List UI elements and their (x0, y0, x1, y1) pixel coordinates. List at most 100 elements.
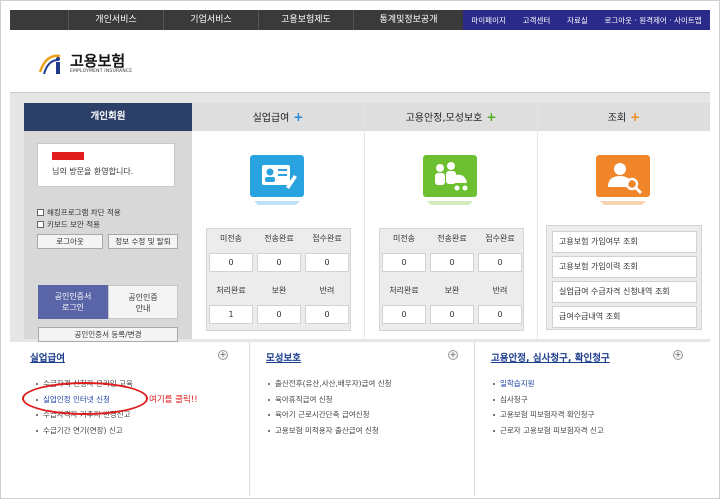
stat-header: 처리완료 (216, 286, 246, 295)
edit-info-button[interactable]: 정보 수정 및 탈퇴 (108, 234, 178, 249)
unemployment-header[interactable]: 실업급여 + (192, 103, 364, 131)
keyboard-security-checkbox[interactable]: 키보드 보안 적용 (37, 219, 100, 230)
click-here-annotation: 여기를 클릭!! (149, 395, 198, 405)
stat-value[interactable]: 0 (257, 253, 301, 272)
plus-icon: + (630, 110, 641, 124)
stat-value[interactable]: 0 (209, 253, 253, 272)
nav-statistics[interactable]: 통계및정보공개 (353, 10, 463, 30)
section-title[interactable]: 실업급여 (30, 350, 65, 364)
top-nav-lead (10, 10, 68, 30)
highlight-oval (22, 382, 148, 415)
user-search-icon (596, 155, 650, 205)
stat-header: 미전송 (392, 234, 416, 243)
logo-mark-icon (38, 54, 61, 75)
stat-value[interactable]: 0 (382, 253, 426, 272)
logo-title: 고용보험 (70, 51, 126, 70)
stat-header: 전송완료 (437, 234, 467, 243)
employment-stability-header[interactable]: 고용안정,모성보호 + (365, 103, 537, 131)
family-stroller-icon (423, 155, 477, 205)
logo-subtitle: EMPLOYMENT INSURANCE (70, 68, 133, 74)
stat-value[interactable]: 0 (478, 253, 522, 272)
redacted-name (52, 152, 84, 160)
stat-header: 미전송 (219, 234, 243, 243)
stat-header: 처리완료 (389, 286, 419, 295)
section-title[interactable]: 모성보호 (266, 350, 301, 364)
inquiry-links: 고용보험 가입여부 조회 고용보험 가입이력 조회 실업급여 수급자격 신청내역… (546, 225, 702, 330)
inquiry-column: 조회 + 고용보험 가입여부 조회 고용보험 가입이력 조회 실업급여 수급자격 … (538, 103, 710, 339)
column-title: 고용안정,모성보호 (405, 113, 483, 124)
stat-value[interactable]: 0 (305, 305, 349, 324)
stat-value[interactable]: 0 (305, 253, 349, 272)
id-card-icon (250, 155, 304, 205)
inquiry-link[interactable]: 고용보험 가입여부 조회 (552, 231, 697, 253)
cert-login-button[interactable]: 공인인증서 로그인 (38, 285, 108, 319)
checkbox-label: 키보드 보안 적용 (47, 220, 101, 229)
utility-bar: 마이페이지 고객센터 자료실 로그아웃 · 원격제어 · 사이트맵 (463, 10, 710, 30)
stat-value[interactable]: 0 (382, 305, 426, 324)
more-plus-icon[interactable]: + (448, 350, 458, 360)
list-item[interactable]: 수급기간 연기(연장) 신고 (36, 423, 133, 439)
inquiry-link[interactable]: 고용보험 가입이력 조회 (552, 256, 697, 278)
checkbox-icon (37, 221, 44, 228)
stat-header: 접수완료 (312, 234, 342, 243)
hacking-block-checkbox[interactable]: 해킹프로그램 차단 적용 (37, 207, 121, 218)
site-logo[interactable]: 고용보험 EMPLOYMENT INSURANCE (38, 50, 132, 76)
list-item[interactable]: 출산전후(유산,사산,배우자)급여 신청 (268, 376, 392, 392)
list-item[interactable]: 일학습지원 (493, 376, 604, 392)
list-item[interactable]: 육아휴직급여 신청 (268, 392, 392, 408)
util-links[interactable]: 로그아웃 · 원격제어 · 사이트맵 (604, 15, 701, 26)
section-list: 일학습지원 심사청구 고용보험 피보험자격 확인청구 근로자 고용보험 피보험자… (493, 376, 604, 438)
cert-guide-button[interactable]: 공인인증 안내 (108, 285, 178, 319)
plus-icon: + (486, 110, 497, 124)
stat-value[interactable]: 0 (478, 305, 522, 324)
employment-stability-stats: 미전송 전송완료 접수완료 0 0 0 처리완료 보완 반려 0 0 0 (379, 228, 524, 331)
nav-insurance-system[interactable]: 고용보험제도 (258, 10, 353, 30)
list-item[interactable]: 근로자 고용보험 피보험자격 신고 (493, 423, 604, 439)
cert-login-line2: 로그인 (61, 303, 85, 312)
employment-stability-column: 고용안정,모성보호 + 미전송 전송완료 접수완료 0 0 0 처리완료 보완 반… (365, 103, 537, 339)
section-title[interactable]: 고용안정, 심사청구, 확인청구 (491, 350, 610, 364)
section-maternity: 모성보호 + 출산전후(유산,사산,배우자)급여 신청 육아휴직급여 신청 육아… (250, 342, 475, 496)
checkbox-icon (37, 209, 44, 216)
unemployment-column: 실업급여 + 미전송 전송완료 접수완료 0 0 0 처리완료 보완 반려 1 0… (192, 103, 364, 339)
cert-guide-line1: 공인인증 (128, 293, 158, 302)
util-mypage[interactable]: 마이페이지 (471, 15, 506, 26)
stat-value[interactable]: 0 (430, 253, 474, 272)
stat-header: 전송완료 (264, 234, 294, 243)
more-plus-icon[interactable]: + (673, 350, 683, 360)
inquiry-link[interactable]: 실업급여 수급자격 신청내역 조회 (552, 281, 697, 303)
section-employment-stability: 고용안정, 심사청구, 확인청구 + 일학습지원 심사청구 고용보험 피보험자격… (475, 342, 710, 496)
stat-header: 반려 (319, 286, 335, 295)
stat-value[interactable]: 0 (257, 305, 301, 324)
list-item[interactable]: 심사청구 (493, 392, 604, 408)
inquiry-header[interactable]: 조회 + (538, 103, 710, 131)
member-box: 개인회원 님의 방문을 환영합니다. 해킹프로그램 차단 적용 키보드 보안 적… (24, 103, 192, 342)
welcome-text: 님의 방문을 환영합니다. (52, 167, 134, 176)
inquiry-link[interactable]: 급여수급내역 조회 (552, 306, 697, 328)
section-list: 출산전후(유산,사산,배우자)급여 신청 육아휴직급여 신청 육아기 근로시간단… (268, 376, 392, 438)
util-customer-center[interactable]: 고객센터 (523, 15, 551, 26)
column-title: 조회 (607, 113, 627, 124)
unemployment-stats: 미전송 전송완료 접수완료 0 0 0 처리완료 보완 반려 1 0 0 (206, 228, 351, 331)
top-nav: 개인서비스 기업서비스 고용보험제도 통계및정보공개 마이페이지 고객센터 자료… (10, 10, 710, 30)
section-unemployment: 실업급여 + 수급자격 신청자 온라인 교육 실업인정 인터넷 신청 수급자격자… (10, 342, 250, 496)
checkbox-label: 해킹프로그램 차단 적용 (47, 208, 121, 217)
stat-header: 보완 (271, 286, 287, 295)
stat-header: 보완 (444, 286, 460, 295)
list-item[interactable]: 육아기 근로시간단축 급여신청 (268, 407, 392, 423)
nav-personal-service[interactable]: 개인서비스 (68, 10, 163, 30)
cert-register-button[interactable]: 공인인증서 등록/변경 (38, 327, 178, 342)
stat-value[interactable]: 0 (430, 305, 474, 324)
stat-header: 반려 (492, 286, 508, 295)
cert-login-line1: 공인인증서 (54, 292, 92, 301)
stat-value[interactable]: 1 (209, 305, 253, 324)
more-plus-icon[interactable]: + (218, 350, 228, 360)
column-title: 실업급여 (252, 113, 290, 124)
util-archive[interactable]: 자료실 (567, 15, 588, 26)
list-item[interactable]: 고용보험 피보험자격 확인청구 (493, 407, 604, 423)
logout-button[interactable]: 로그아웃 (37, 234, 103, 249)
list-item[interactable]: 고용보험 미적용자 출산급여 신청 (268, 423, 392, 439)
member-header: 개인회원 (24, 103, 192, 131)
nav-business-service[interactable]: 기업서비스 (163, 10, 258, 30)
cert-guide-line2: 안내 (135, 304, 151, 313)
